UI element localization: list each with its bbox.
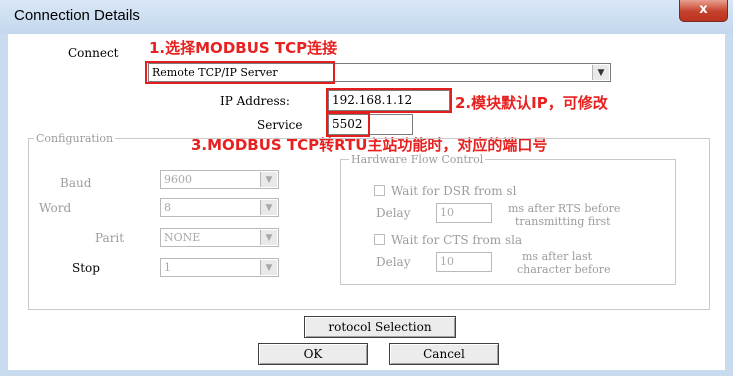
dsr-checkbox[interactable] [374, 185, 385, 196]
chevron-down-icon[interactable]: ▼ [260, 230, 277, 245]
connection-details-dialog: Connection Details x Connect 1.选择MODBUS … [0, 0, 733, 376]
cts-note-line2: character before [517, 263, 611, 276]
cts-delay-field[interactable]: 10 [436, 252, 492, 272]
word-label: Word [39, 201, 72, 215]
ok-button[interactable]: OK [258, 343, 368, 365]
chevron-down-icon[interactable]: ▼ [260, 200, 277, 215]
stop-select[interactable]: 1 ▼ [160, 258, 279, 277]
word-value: 8 [164, 201, 171, 214]
annotation-ip: 2.模块默认IP，可修改 [455, 94, 608, 112]
highlight-connect [145, 61, 335, 84]
highlight-ip [326, 88, 452, 113]
word-select[interactable]: 8 ▼ [160, 198, 279, 217]
dialog-client-area: Connect 1.选择MODBUS TCP连接 Remote TCP/IP S… [8, 34, 725, 370]
service-label: Service [257, 118, 303, 132]
configuration-title: Configuration [34, 132, 116, 145]
dsr-label: Wait for DSR from sl [391, 184, 517, 198]
dsr-delay-value: 10 [440, 206, 454, 219]
cts-note-line1: ms after last [522, 250, 593, 263]
baud-value: 9600 [164, 173, 192, 186]
flow-control-title: Hardware Flow Control [349, 153, 486, 166]
ip-address-label: IP Address: [220, 94, 290, 108]
chevron-down-icon[interactable]: ▼ [260, 260, 277, 275]
dialog-title: Connection Details [14, 7, 140, 24]
cts-checkbox[interactable] [374, 234, 385, 245]
annotation-connect: 1.选择MODBUS TCP连接 [149, 39, 338, 57]
parity-select[interactable]: NONE ▼ [160, 228, 279, 247]
dsr-note-line2: transmitting first [515, 215, 611, 228]
cts-label: Wait for CTS from sla [391, 233, 523, 247]
close-button[interactable]: x [679, 0, 728, 22]
dsr-delay-field[interactable]: 10 [436, 203, 492, 223]
parity-label: Parit [95, 231, 125, 245]
cts-delay-label: Delay [376, 255, 411, 269]
chevron-down-icon[interactable]: ▼ [592, 65, 609, 80]
chevron-down-icon[interactable]: ▼ [260, 172, 277, 187]
cancel-button[interactable]: Cancel [389, 343, 499, 365]
baud-label: Baud [60, 176, 92, 190]
protocol-selection-button[interactable]: rotocol Selection [304, 316, 456, 338]
cts-delay-value: 10 [440, 255, 454, 268]
title-bar: Connection Details x [0, 0, 733, 34]
stop-value: 1 [164, 261, 171, 274]
baud-select[interactable]: 9600 ▼ [160, 170, 279, 189]
dsr-note-line1: ms after RTS before [508, 202, 621, 215]
parity-value: NONE [164, 231, 201, 244]
stop-label: Stop [72, 261, 100, 275]
dsr-delay-label: Delay [376, 206, 411, 220]
connect-label: Connect [68, 46, 119, 60]
